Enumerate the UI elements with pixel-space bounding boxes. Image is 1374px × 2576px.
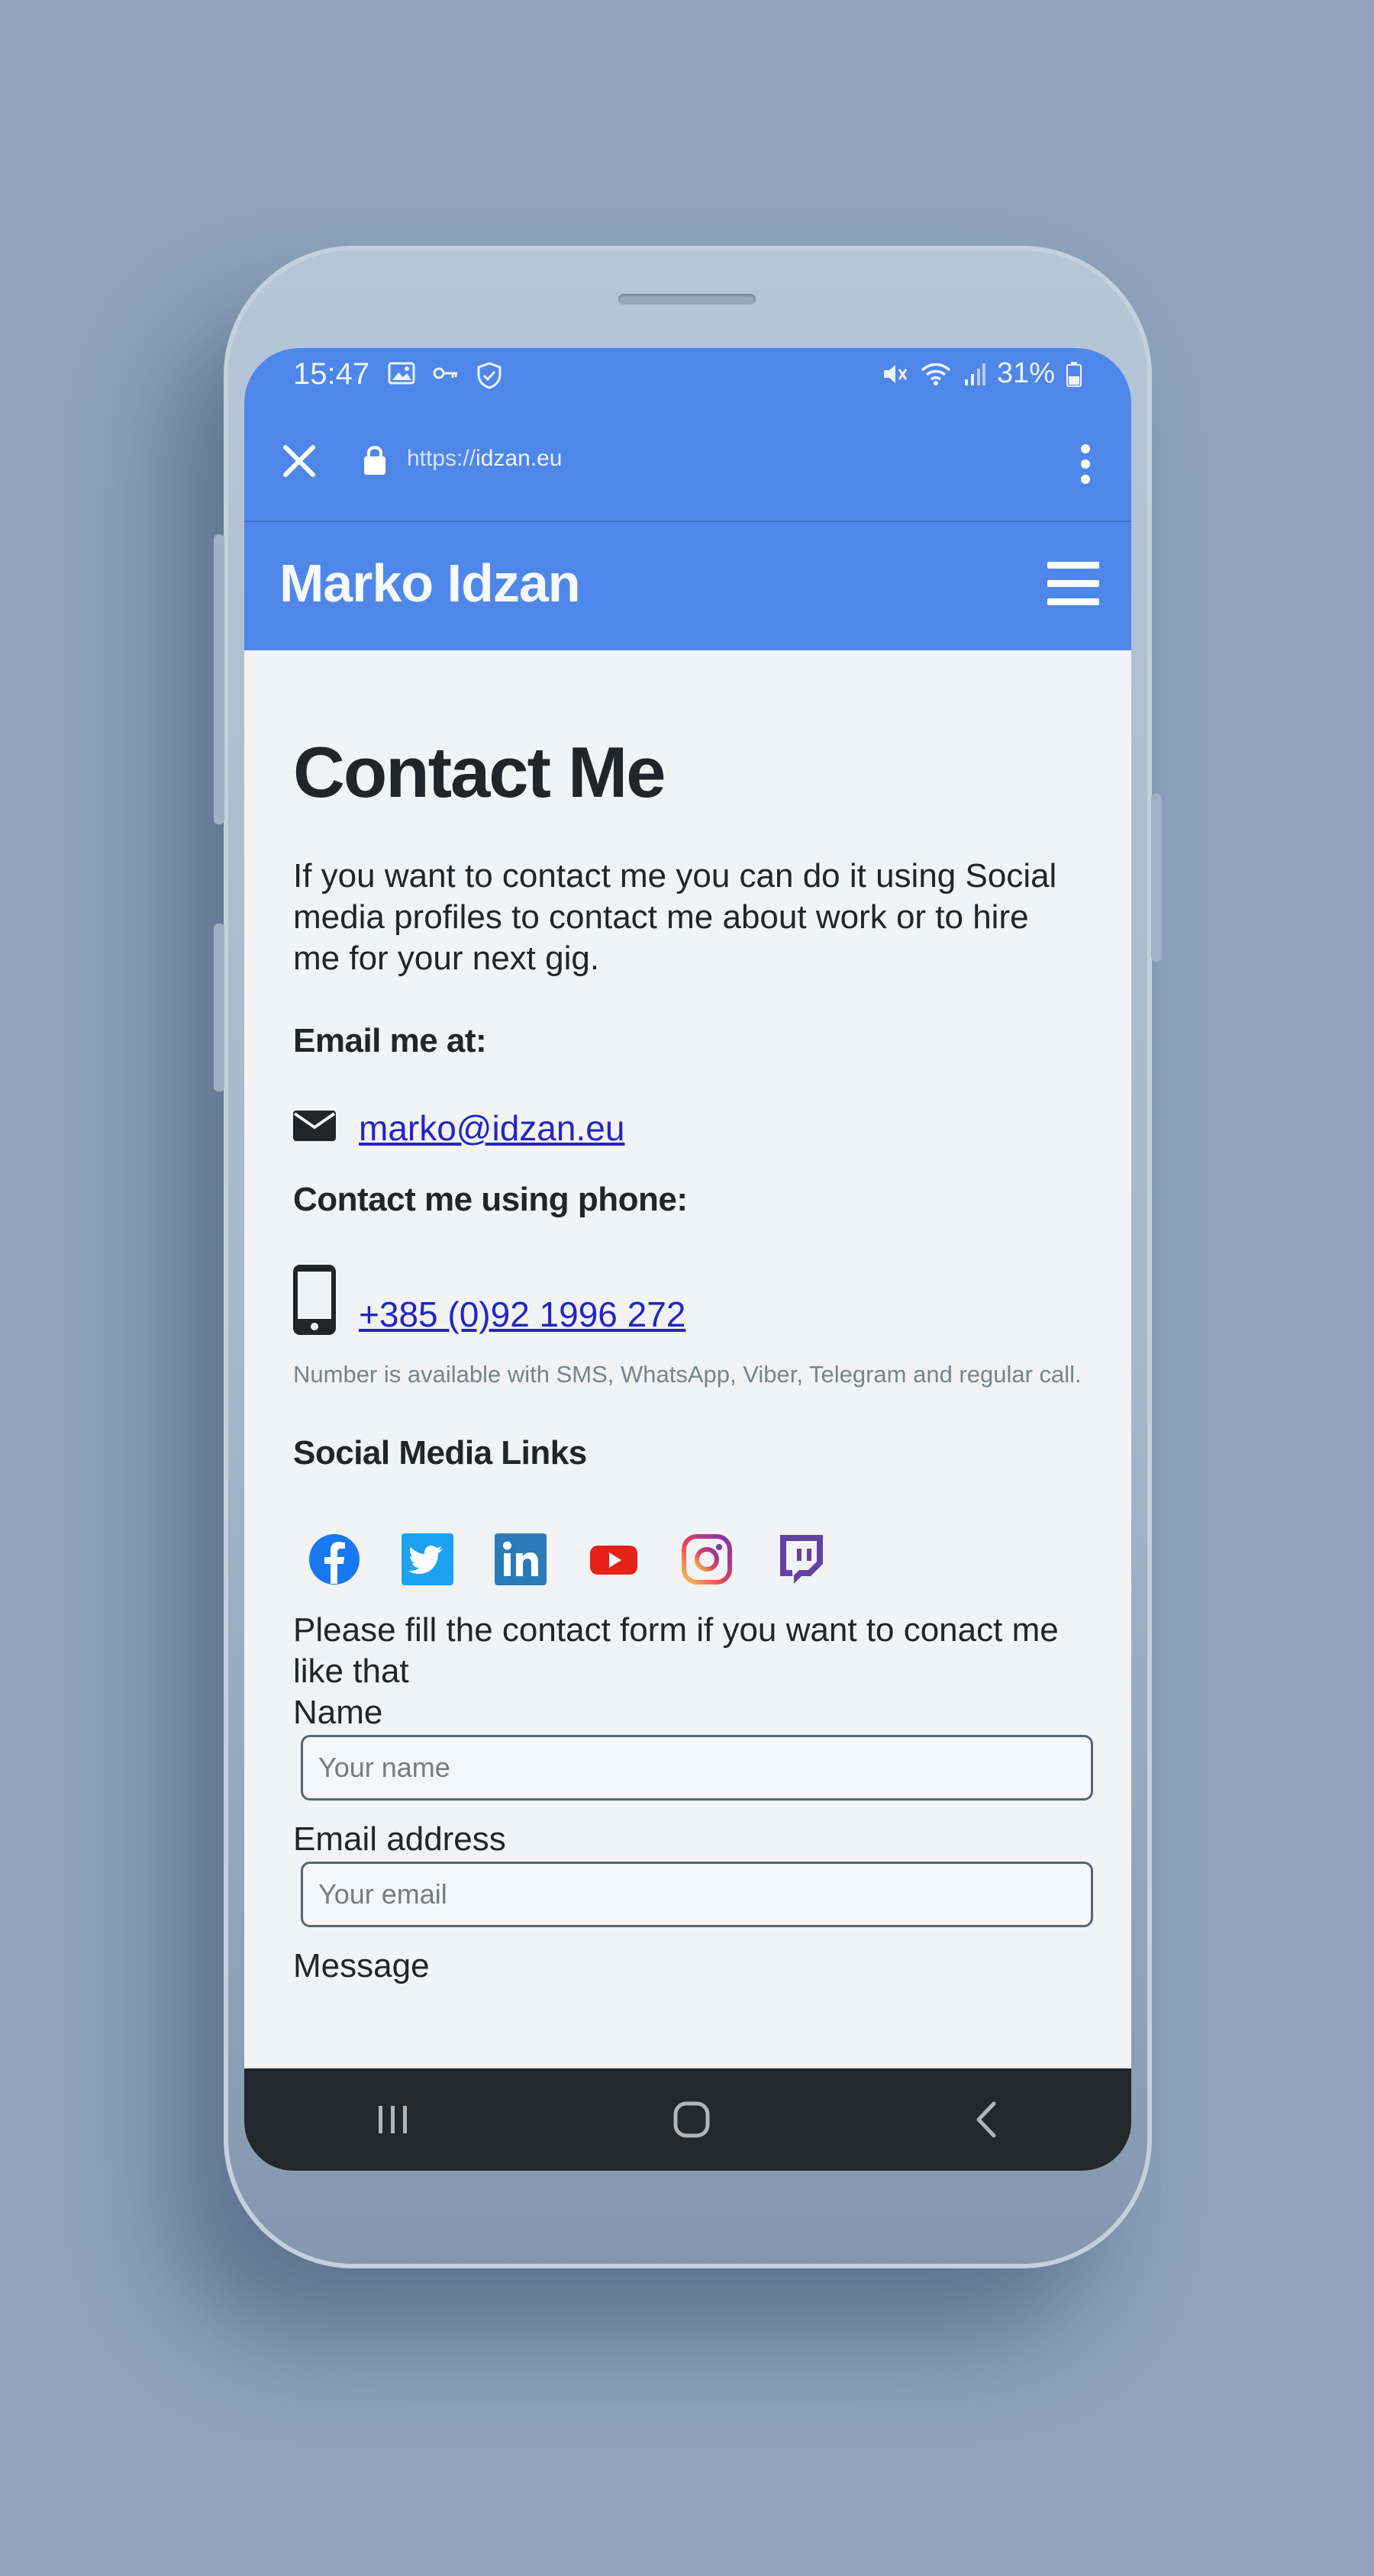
phone-side-button-left-top — [214, 534, 224, 824]
name-label: Name — [293, 1694, 383, 1732]
wifi-icon — [921, 363, 951, 385]
status-bar: 15:47 31% — [244, 348, 1131, 401]
email-input[interactable] — [301, 1862, 1093, 1928]
linkedin-icon[interactable] — [495, 1533, 547, 1586]
twitter-icon[interactable] — [402, 1533, 453, 1586]
status-icons-left — [388, 362, 502, 389]
email-heading: Email me at: — [293, 1022, 487, 1060]
phone-note: Number is available with SMS, WhatsApp, … — [293, 1361, 1082, 1388]
instagram-icon[interactable] — [681, 1533, 733, 1585]
status-time: 15:47 — [293, 357, 370, 391]
site-title[interactable]: Marko Idzan — [279, 553, 581, 614]
mobile-phone-icon — [293, 1265, 336, 1336]
url-bar[interactable]: https://idzan.eu — [407, 446, 562, 472]
phone-row: +385 (0)92 1996 272 — [293, 1265, 1082, 1336]
more-options-icon[interactable] — [1078, 441, 1093, 487]
back-icon[interactable] — [972, 2100, 1000, 2139]
form-intro: Please fill the contact form if you want… — [293, 1611, 1059, 1691]
youtube-icon[interactable] — [588, 1533, 640, 1585]
image-icon — [388, 362, 415, 385]
main-content: Contact Me If you want to contact me you… — [244, 733, 1131, 1987]
url-host: idzan.eu — [476, 446, 563, 471]
menu-icon[interactable] — [1047, 559, 1099, 608]
battery-percentage: 31% — [996, 357, 1055, 389]
phone-heading: Contact me using phone: — [293, 1181, 688, 1219]
social-links — [293, 1533, 1082, 1586]
browser-toolbar: https://idzan.eu — [244, 401, 1131, 522]
recent-apps-icon[interactable] — [376, 2103, 411, 2136]
email-row: marko@idzan.eu — [293, 1107, 1082, 1149]
shield-check-icon — [477, 362, 502, 389]
name-input[interactable] — [301, 1735, 1093, 1801]
status-icons-right: 31% — [881, 357, 1082, 390]
site-navbar: Marko Idzan — [244, 522, 1131, 650]
home-icon[interactable] — [672, 2100, 711, 2139]
twitch-icon[interactable] — [774, 1533, 826, 1585]
email-address-label: Email address — [293, 1820, 506, 1859]
envelope-icon — [293, 1111, 336, 1142]
phone-side-button-right — [1151, 794, 1162, 962]
phone-side-button-left-bottom — [214, 924, 224, 1091]
message-label: Message — [293, 1947, 430, 1985]
android-nav-bar — [244, 2068, 1131, 2171]
lock-icon — [364, 446, 385, 475]
mute-icon — [883, 364, 908, 383]
phone-link[interactable]: +385 (0)92 1996 272 — [359, 1294, 685, 1335]
signal-icon — [964, 363, 985, 385]
facebook-icon[interactable] — [308, 1533, 360, 1585]
intro-text: If you want to contact me you can do it … — [293, 857, 1057, 978]
battery-icon — [1066, 361, 1082, 387]
social-heading: Social Media Links — [293, 1434, 587, 1472]
screen: 15:47 31% https://idzan.eu Marko Idzan C… — [244, 348, 1131, 2171]
phone-speaker — [618, 294, 756, 305]
key-icon — [433, 367, 457, 379]
page-title: Contact Me — [293, 732, 666, 812]
close-icon[interactable] — [278, 440, 321, 482]
url-scheme: https:// — [407, 446, 476, 471]
email-link[interactable]: marko@idzan.eu — [359, 1107, 624, 1149]
